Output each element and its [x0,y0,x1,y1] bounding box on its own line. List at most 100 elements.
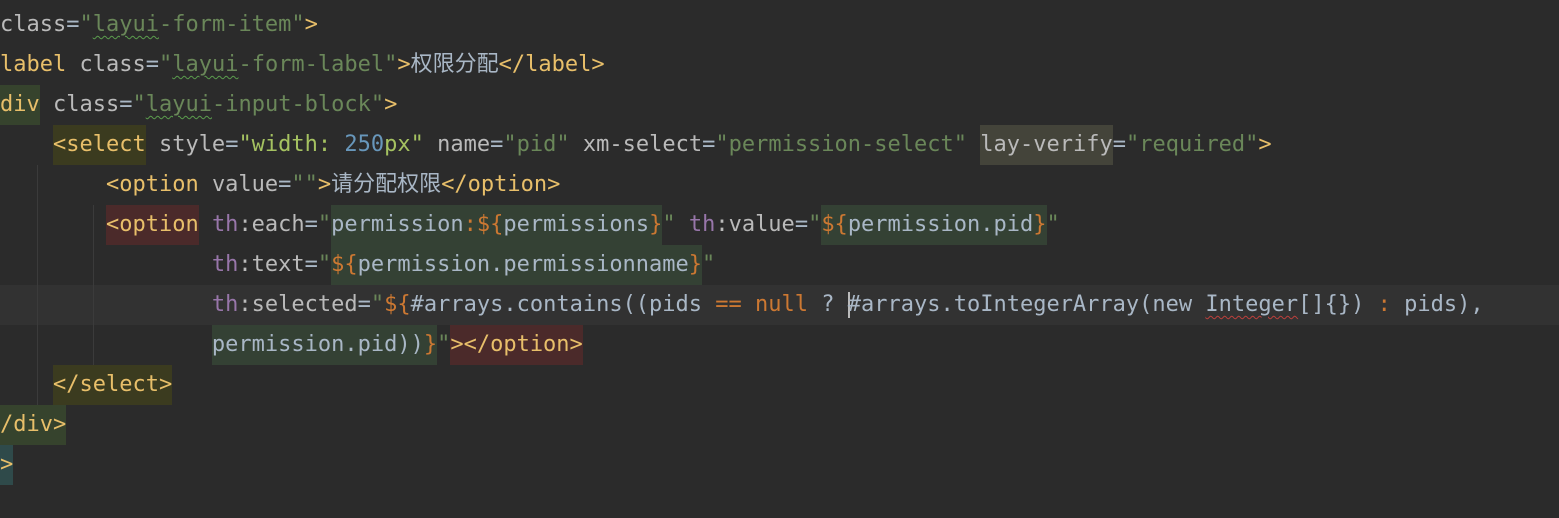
code-token: permissions [503,205,650,245]
code-token: permission [331,205,464,245]
code-token: } [688,245,703,285]
code-token: = [490,132,504,157]
code-token: ? [808,292,848,317]
code-token: pids), [1390,292,1484,317]
code-token: = [304,212,318,237]
code-token: > [0,445,14,485]
code-token: > [304,12,318,37]
code-token: " [132,92,146,117]
code-token: "pid" [503,132,570,157]
code-token: " [702,252,716,277]
code-token: style [158,132,226,157]
code-token: null [755,292,809,317]
code-token: ${ [476,205,504,245]
code-token: "required" [1125,132,1259,157]
code-token: } [1033,205,1047,245]
code-line[interactable]: div class="layui-input-block"> [0,85,397,125]
code-token: 250 [344,132,385,157]
code-token: #arrays.toIntegerArray(new [847,292,1206,317]
code-token: 权限分配 [410,52,499,77]
code-token: : [1377,292,1391,317]
code-token: == [715,292,742,317]
code-line[interactable]: class="layui-form-item"> [0,5,318,45]
code-token: #arrays.contains((pids [410,292,716,317]
code-token: " [317,212,332,237]
code-token: <select [52,125,146,165]
code-token: :text [238,252,305,277]
code-token: "" [291,172,318,197]
code-token: ></option> [450,325,583,365]
code-token: th [211,252,239,277]
code-token: " [79,12,93,37]
code-line[interactable]: th:selected="${#arrays.contains((pids ==… [0,285,1484,325]
code-token: th [211,292,239,317]
code-token: value [211,172,279,197]
code-token: label [0,52,67,77]
code-token: = [66,12,80,37]
code-token: = [278,172,292,197]
code-token: :each [238,212,305,237]
code-token: []{}) [1298,292,1378,317]
code-token: "width: [238,132,345,157]
code-token: 请分配权限 [331,172,442,197]
code-line[interactable]: > [0,445,14,485]
code-token: ${ [384,292,411,317]
code-line[interactable]: permission.pid))}"></option> [0,325,583,365]
code-token: Integer [1205,292,1299,317]
code-token: : [463,205,477,245]
code-token: > [317,172,332,197]
code-line[interactable]: th:text="${permission.permissionname}" [0,245,715,285]
code-line[interactable]: /div> [0,405,67,445]
code-line[interactable]: <option th:each="permission:${permission… [0,205,1060,245]
code-token: </option> [441,172,561,197]
code-token: name [437,132,491,157]
code-token: :selected [238,292,358,317]
code-token: " [1046,212,1060,237]
code-token: </label> [498,52,605,77]
code-token: = [794,212,809,237]
code-token: = [1112,132,1126,157]
code-token: -form-label" [238,52,398,77]
code-token: " [437,332,451,357]
code-line[interactable]: </select> [0,365,173,405]
code-token: class [53,92,120,117]
code-token: <option [105,205,199,245]
code-token: class [0,12,67,37]
code-token: ${ [331,245,358,285]
code-token: } [649,205,663,245]
code-token: ${ [821,205,848,245]
code-token: lay-verify [980,125,1113,165]
code-line[interactable]: <select style="width: 250px" name="pid" … [0,125,1272,165]
code-token: " [808,212,822,237]
code-line[interactable]: label class="layui-form-label">权限分配</lab… [0,45,605,85]
code-line[interactable]: <option value="">请分配权限</option> [0,165,560,205]
code-token: <option [105,172,199,197]
code-token: px" [384,132,424,157]
code-token: xm-select [582,132,703,157]
code-token: " [662,212,676,237]
code-token: th [211,212,239,237]
code-token: permission.pid [847,205,1034,245]
code-token: = [304,252,318,277]
code-token: /div> [0,405,67,445]
code-token: permission.pid)) [211,325,424,365]
code-token: div [0,85,40,125]
code-token: " [370,292,385,317]
code-editor[interactable]: class="layui-form-item"> label class="lay… [0,0,1559,518]
code-token: } [423,325,438,365]
code-token: " [158,52,173,77]
code-token: class [79,52,146,77]
